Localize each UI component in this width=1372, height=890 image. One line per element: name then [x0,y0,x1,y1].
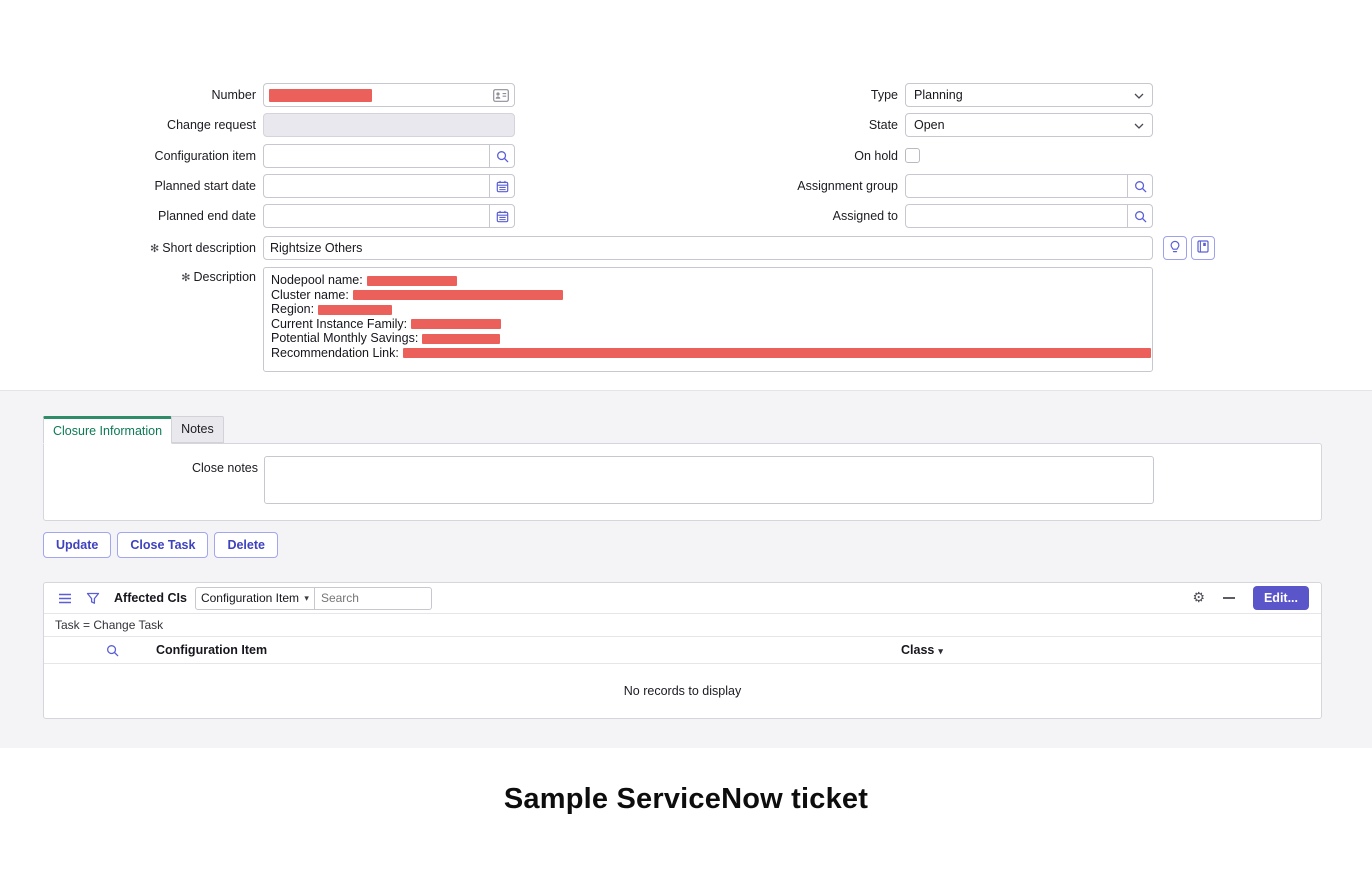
assigned-to-label: Assigned to [650,204,898,228]
form-row: ✻Description Nodepool name: Cluster name… [0,267,1372,372]
on-hold-checkbox[interactable] [905,148,920,163]
change-request-label: Change request [0,113,256,137]
gear-icon[interactable]: ⚙ [1192,591,1205,605]
collapse-icon[interactable] [1223,597,1235,599]
list-header-row: Configuration Item Class▾ [44,637,1321,664]
affected-cis-title: Affected CIs [114,591,187,605]
close-notes-label: Close notes [44,456,258,480]
description-line: Potential Monthly Savings: [271,331,1145,346]
assigned-to-input[interactable] [906,205,1127,227]
column-header-class[interactable]: Class▾ [901,637,943,665]
suggestion-button[interactable] [1163,236,1187,260]
form-row: Configuration item On hold [0,144,1372,168]
related-section: Closure Information Notes Close notes Up… [0,390,1372,748]
redacted-value [318,305,392,315]
assignment-group-field[interactable] [905,174,1153,198]
lightbulb-icon [1169,240,1181,257]
change-request-field [263,113,515,137]
empty-list-message: No records to display [44,664,1321,718]
chevron-down-icon [1134,88,1144,102]
planned-start-date-field[interactable] [263,174,515,198]
calendar-icon[interactable] [489,175,514,197]
required-marker: ✻ [181,272,190,284]
planned-start-date-label: Planned start date [0,174,256,198]
type-label: Type [650,83,898,107]
closure-information-panel: Close notes [43,443,1322,521]
description-line: Region: [271,302,1145,317]
list-menu-icon[interactable] [58,593,72,604]
search-icon[interactable] [1127,175,1152,197]
tab-closure-information[interactable]: Closure Information [43,416,172,444]
form-row: ✻Short description [0,236,1372,260]
column-header-configuration-item[interactable]: Configuration Item [156,637,267,664]
close-notes-textarea[interactable] [264,456,1154,504]
configuration-item-input[interactable] [264,145,489,167]
form-row: Number Type Planning [0,83,1372,107]
number-label: Number [0,83,256,107]
delete-button[interactable]: Delete [214,532,278,558]
chevron-down-icon: ▾ [304,593,309,604]
type-select[interactable]: Planning [905,83,1153,107]
tab-notes[interactable]: Notes [171,416,224,443]
planned-end-date-label: Planned end date [0,204,256,228]
search-icon[interactable] [489,145,514,167]
planned-start-date-input[interactable] [264,175,489,197]
redacted-value [353,290,563,300]
chevron-down-icon [1134,118,1144,132]
short-description-input[interactable] [264,237,1152,259]
description-textarea[interactable]: Nodepool name: Cluster name: Region: Cur… [263,267,1153,372]
edit-button[interactable]: Edit... [1253,586,1309,610]
knowledge-button[interactable] [1191,236,1215,260]
search-field-selector-value: Configuration Item ( [201,591,302,605]
state-select[interactable]: Open [905,113,1153,137]
short-description-label: ✻Short description [0,236,256,260]
description-line: Cluster name: [271,288,1145,303]
form-row: Planned end date Assigned to [0,204,1372,228]
assigned-to-field[interactable] [905,204,1153,228]
required-marker: ✻ [150,243,159,255]
assignment-group-label: Assignment group [650,174,898,198]
book-icon [1197,240,1209,256]
servicenow-ticket-page: Number Type Planning Change request Stat… [0,0,1372,890]
calendar-icon[interactable] [489,205,514,227]
form-action-buttons: Update Close Task Delete [43,532,278,558]
update-button[interactable]: Update [43,532,111,558]
assignment-group-input[interactable] [906,175,1127,197]
description-line: Recommendation Link: [271,346,1145,361]
redacted-value [403,348,1151,358]
description-label: ✻Description [0,269,256,293]
preview-record-icon[interactable] [493,89,509,105]
description-line: Current Instance Family: [271,317,1145,332]
tab-bar: Closure Information Notes [43,416,224,444]
redacted-value [422,334,500,344]
form-row: Planned start date Assignment group [0,174,1372,198]
chevron-down-icon: ▾ [938,646,943,656]
type-selected-value: Planning [914,88,1134,102]
description-line: Nodepool name: [271,273,1145,288]
redacted-value [411,319,501,329]
list-condition-breadcrumb[interactable]: Task = Change Task [44,614,1321,637]
on-hold-label: On hold [650,144,898,168]
affected-cis-search-input[interactable] [315,587,432,610]
image-caption: Sample ServiceNow ticket [0,783,1372,816]
short-description-field[interactable] [263,236,1153,260]
state-label: State [650,113,898,137]
filter-icon[interactable] [86,592,100,605]
state-selected-value: Open [914,118,1134,132]
search-field-selector[interactable]: Configuration Item ( ▾ [195,587,315,610]
search-icon[interactable] [1127,205,1152,227]
search-icon[interactable] [106,644,119,660]
number-field[interactable] [263,83,515,107]
planned-end-date-input[interactable] [264,205,489,227]
form-row: Change request State Open [0,113,1372,137]
configuration-item-label: Configuration item [0,144,256,168]
redacted-value [367,276,457,286]
affected-cis-toolbar: Affected CIs Configuration Item ( ▾ ⚙ Ed… [44,583,1321,614]
configuration-item-field[interactable] [263,144,515,168]
planned-end-date-field[interactable] [263,204,515,228]
redacted-number-value [269,89,372,102]
close-task-button[interactable]: Close Task [117,532,208,558]
affected-cis-panel: Affected CIs Configuration Item ( ▾ ⚙ Ed… [43,582,1322,719]
